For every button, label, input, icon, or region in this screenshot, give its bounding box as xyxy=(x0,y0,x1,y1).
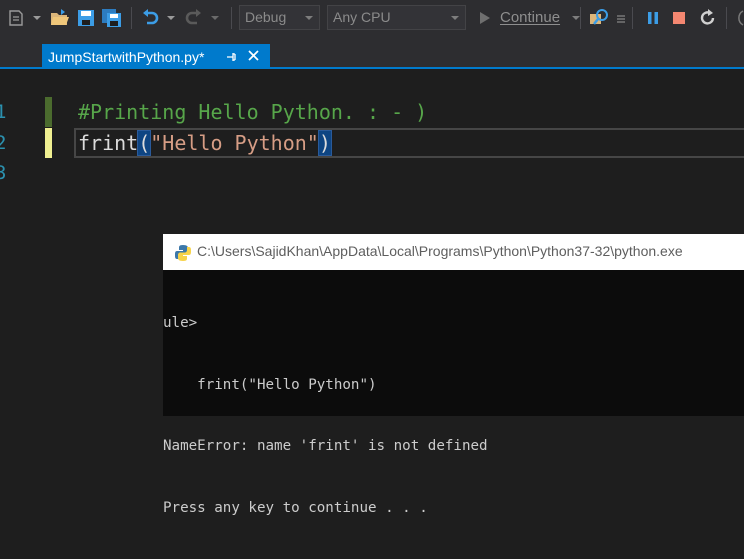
stop-icon[interactable] xyxy=(668,4,690,32)
code-line-1: #Printing Hello Python. : - ) xyxy=(78,100,428,124)
line-number: 3 xyxy=(0,162,7,184)
pause-icon[interactable] xyxy=(642,4,664,32)
saved-change-marker xyxy=(45,97,52,127)
line-number: 2 xyxy=(0,132,7,154)
tab-title: JumpStartwithPython.py* xyxy=(48,48,205,65)
close-icon[interactable] xyxy=(247,49,260,65)
debug-toolbar: Debug Any CPU Continue xyxy=(0,0,744,36)
console-line: Press any key to continue . . . xyxy=(163,499,428,516)
python-console-window[interactable]: C:\Users\SajidKhan\AppData\Local\Program… xyxy=(163,234,744,516)
chevron-down-icon xyxy=(451,16,459,20)
more-options-icon[interactable] xyxy=(614,4,628,32)
configuration-select[interactable]: Debug xyxy=(239,5,320,30)
chevron-down-icon xyxy=(572,15,581,20)
restart-icon[interactable] xyxy=(696,4,720,32)
function-call: frint xyxy=(78,131,139,155)
close-paren: ) xyxy=(317,130,332,156)
string-literal: "Hello Python" xyxy=(150,131,319,155)
python-icon xyxy=(174,244,192,265)
redo-icon[interactable] xyxy=(182,4,206,32)
toolbar-overflow-icon[interactable] xyxy=(732,4,744,32)
open-folder-icon[interactable] xyxy=(48,4,72,32)
console-title: C:\Users\SajidKhan\AppData\Local\Program… xyxy=(197,243,683,259)
open-paren: ( xyxy=(137,130,152,156)
continue-button[interactable]: Continue xyxy=(474,5,581,30)
code-line-2: frint("Hello Python") xyxy=(78,128,332,158)
find-icon[interactable] xyxy=(588,4,612,32)
console-line: frint("Hello Python") xyxy=(163,376,377,393)
save-all-icon[interactable] xyxy=(100,4,124,32)
line-number: 1 xyxy=(0,101,7,123)
configuration-value: Debug xyxy=(245,9,287,25)
pin-icon[interactable] xyxy=(226,50,238,66)
console-line: NameError: name 'frint' is not defined xyxy=(163,438,488,454)
save-icon[interactable] xyxy=(74,4,98,32)
console-title-bar[interactable]: C:\Users\SajidKhan\AppData\Local\Program… xyxy=(163,234,744,270)
unsaved-change-marker xyxy=(45,128,52,158)
platform-value: Any CPU xyxy=(333,9,391,25)
undo-dropdown-icon[interactable] xyxy=(164,4,178,32)
continue-label: Continue xyxy=(500,9,561,26)
chevron-down-icon[interactable] xyxy=(30,4,44,32)
console-line: ule> xyxy=(163,315,198,331)
tab-jumpstartwithpython[interactable]: JumpStartwithPython.py* xyxy=(42,44,270,69)
redo-dropdown-icon[interactable] xyxy=(208,4,222,32)
chevron-down-icon xyxy=(305,16,313,20)
platform-select[interactable]: Any CPU xyxy=(327,5,466,30)
editor-top-margin xyxy=(0,69,744,92)
play-icon xyxy=(480,11,490,24)
undo-icon[interactable] xyxy=(138,4,162,32)
solution-explorer-icon[interactable] xyxy=(4,4,28,32)
